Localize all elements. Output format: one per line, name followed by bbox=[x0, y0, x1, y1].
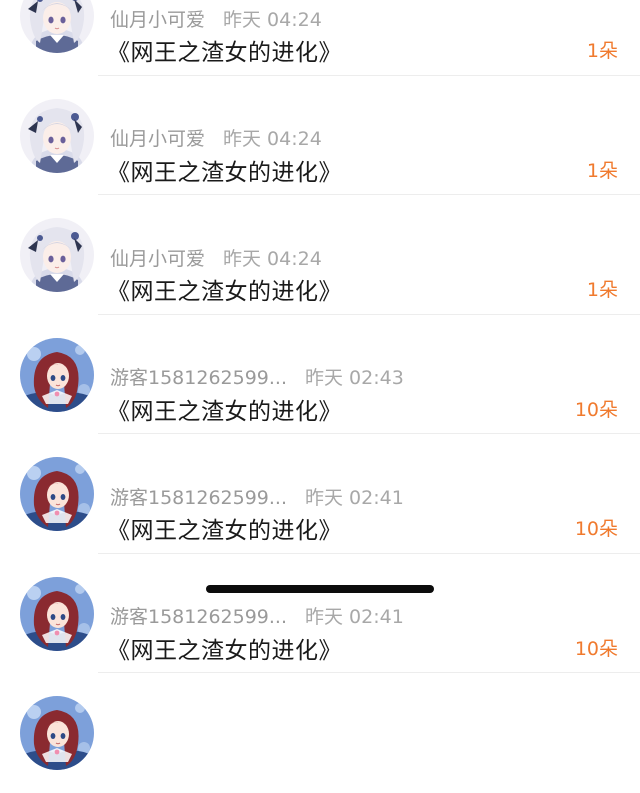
timestamp: 昨天 04:24 bbox=[223, 8, 322, 31]
gift-record-row[interactable]: 仙月小可爱 昨天 04:24 《网王之渣女的进化》 1朵 bbox=[0, 195, 640, 315]
home-indicator[interactable] bbox=[206, 585, 434, 593]
username: 仙月小可爱 bbox=[110, 128, 206, 150]
username: 仙月小可爱 bbox=[110, 8, 206, 31]
book-title: 《网王之渣女的进化》 bbox=[107, 159, 342, 186]
book-title: 《网王之渣女的进化》 bbox=[107, 40, 342, 66]
flower-count: 1朵 bbox=[586, 159, 618, 182]
book-title: 《网王之渣女的进化》 bbox=[107, 398, 342, 425]
user-avatar[interactable] bbox=[20, 457, 94, 531]
timestamp: 昨天 02:41 bbox=[305, 606, 404, 628]
book-title: 《网王之渣女的进化》 bbox=[107, 279, 342, 305]
user-avatar[interactable] bbox=[20, 337, 94, 412]
flower-count: 1朵 bbox=[586, 279, 618, 301]
gift-record-list: 仙月小可爱 昨天 04:24 《网王之渣女的进化》 1朵 仙月小可爱 昨天 04… bbox=[0, 0, 640, 793]
flower-count: 10朵 bbox=[574, 398, 618, 421]
user-avatar[interactable] bbox=[20, 576, 94, 651]
gift-record-row[interactable]: 仙月小可爱 昨天 04:24 《网王之渣女的进化》 1朵 bbox=[0, 0, 640, 76]
user-avatar[interactable] bbox=[20, 98, 94, 173]
gift-record-row[interactable]: 游客1581262599... 昨天 02:43 《网王之渣女的进化》 10朵 bbox=[0, 315, 640, 434]
gift-record-row[interactable] bbox=[0, 673, 640, 793]
timestamp: 昨天 02:41 bbox=[305, 486, 404, 509]
flower-count: 10朵 bbox=[574, 518, 618, 540]
user-avatar[interactable] bbox=[20, 218, 94, 292]
user-avatar[interactable] bbox=[20, 696, 94, 770]
gift-record-row[interactable]: 游客1581262599... 昨天 02:41 《网王之渣女的进化》 10朵 bbox=[0, 554, 640, 673]
username: 仙月小可爱 bbox=[110, 247, 206, 270]
gift-record-row[interactable]: 仙月小可爱 昨天 04:24 《网王之渣女的进化》 1朵 bbox=[0, 76, 640, 195]
book-title: 《网王之渣女的进化》 bbox=[107, 637, 342, 664]
username: 游客1581262599... bbox=[110, 486, 288, 509]
timestamp: 昨天 04:24 bbox=[223, 247, 322, 270]
flower-count: 1朵 bbox=[586, 40, 618, 62]
username: 游客1581262599... bbox=[110, 606, 288, 628]
book-title: 《网王之渣女的进化》 bbox=[107, 518, 342, 544]
flower-count: 10朵 bbox=[574, 637, 618, 660]
timestamp: 昨天 02:43 bbox=[305, 367, 404, 389]
user-avatar[interactable] bbox=[20, 0, 94, 53]
username: 游客1581262599... bbox=[110, 367, 288, 389]
gift-record-row[interactable]: 游客1581262599... 昨天 02:41 《网王之渣女的进化》 10朵 bbox=[0, 434, 640, 554]
timestamp: 昨天 04:24 bbox=[223, 128, 322, 150]
